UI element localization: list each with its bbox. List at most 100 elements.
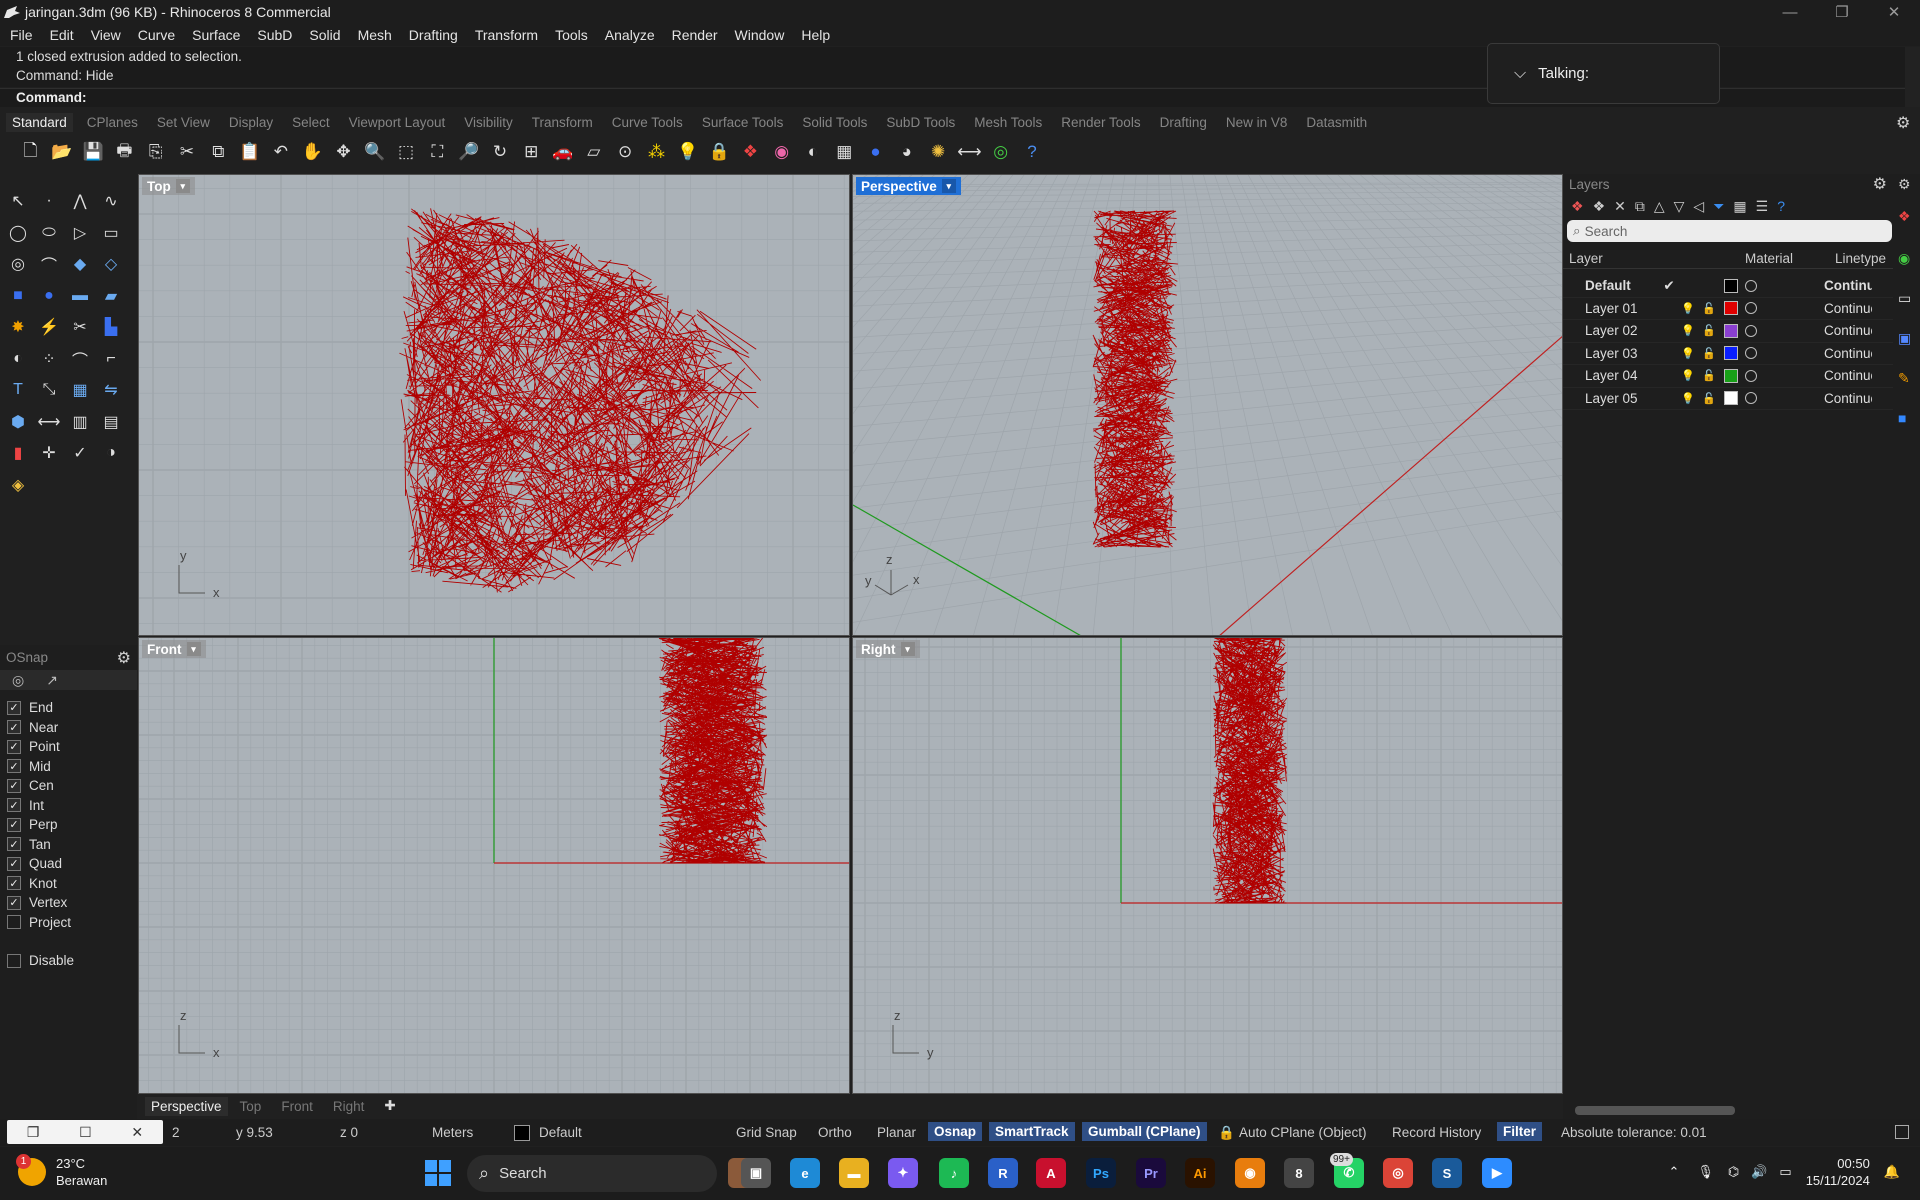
- sketchup-icon[interactable]: S: [1432, 1158, 1462, 1188]
- osnap-int[interactable]: ✓ Int: [0, 796, 137, 816]
- layer-row[interactable]: Layer 05 💡🔓 Continuous: [1563, 388, 1893, 410]
- osnap-checkbox[interactable]: ✓: [7, 895, 21, 910]
- libraries-tab-icon[interactable]: ■: [1898, 410, 1906, 426]
- grid-view-icon[interactable]: ▦: [1733, 198, 1746, 215]
- menu-render[interactable]: Render: [672, 27, 718, 43]
- zoom-icon[interactable]: 🔍: [361, 139, 388, 166]
- viewport-right[interactable]: yz Right ▾: [852, 637, 1563, 1094]
- chevron-up-icon[interactable]: ⌃: [1668, 1164, 1679, 1180]
- zoom-icon[interactable]: ▶: [1482, 1158, 1512, 1188]
- help-icon[interactable]: ?: [1019, 139, 1046, 166]
- osnap-mid[interactable]: ✓ Mid: [0, 757, 137, 777]
- command-scrollbar[interactable]: [1905, 47, 1920, 107]
- layer-color-swatch[interactable]: [1724, 278, 1738, 293]
- move-icon[interactable]: ✛: [36, 440, 62, 466]
- cplane-icon[interactable]: ▱: [580, 139, 607, 166]
- tab-mesh-tools[interactable]: Mesh Tools: [974, 115, 1042, 130]
- sphere-icon[interactable]: ●: [36, 283, 62, 309]
- layers-tab-icon[interactable]: ❖: [1898, 208, 1911, 225]
- open-icon[interactable]: 📂: [48, 139, 75, 166]
- render-sphere-icon[interactable]: ●: [862, 139, 889, 166]
- add-viewport-icon[interactable]: ✚: [384, 1098, 395, 1114]
- new-sublayer-icon[interactable]: ❖: [1593, 198, 1606, 215]
- rectangle-icon[interactable]: ▭: [98, 220, 124, 246]
- lock-icon[interactable]: 🔒: [706, 139, 733, 166]
- cylinder-icon[interactable]: ▬: [67, 283, 93, 309]
- chamfer-icon[interactable]: ⌐: [98, 346, 124, 372]
- polyline-icon[interactable]: ⋀: [67, 188, 93, 214]
- osnap-checkbox[interactable]: ✓: [7, 700, 21, 715]
- osnap-vertex[interactable]: ✓ Vertex: [0, 893, 137, 913]
- rotate-view-icon[interactable]: ✥: [330, 139, 357, 166]
- osnap-near[interactable]: ✓ Near: [0, 718, 137, 738]
- notification-icon[interactable]: 🔔: [1884, 1164, 1900, 1180]
- move-up-icon[interactable]: △: [1654, 198, 1665, 215]
- menu-transform[interactable]: Transform: [475, 27, 538, 43]
- osnap-end[interactable]: ✓ End: [0, 698, 137, 718]
- restore-icon[interactable]: ❐: [1816, 0, 1868, 24]
- tab-drafting[interactable]: Drafting: [1160, 115, 1207, 130]
- surface-icon[interactable]: ◆: [67, 251, 93, 277]
- analyze-icon[interactable]: ▮: [5, 440, 31, 466]
- help-icon[interactable]: ?: [1777, 198, 1785, 214]
- blender-icon[interactable]: ◉: [1235, 1158, 1265, 1188]
- layer-lock-icon[interactable]: 🔓: [1697, 324, 1721, 337]
- ortho-toggle[interactable]: Ortho: [818, 1125, 852, 1140]
- viewport-tab-perspective[interactable]: Perspective: [145, 1096, 228, 1116]
- tab-visibility[interactable]: Visibility: [464, 115, 513, 130]
- rhino-icon[interactable]: 8: [1284, 1158, 1314, 1188]
- auto-cplane-toggle[interactable]: Auto CPlane (Object): [1239, 1125, 1367, 1140]
- car-icon[interactable]: 🚗: [549, 139, 576, 166]
- explode-icon[interactable]: ✸: [5, 314, 31, 340]
- viewport-label-perspective[interactable]: Perspective ▾: [856, 177, 961, 195]
- tab-select[interactable]: Select: [292, 115, 330, 130]
- mirror-icon[interactable]: ⇋: [98, 377, 124, 403]
- dimension-icon[interactable]: ⟷: [36, 409, 62, 435]
- current-layer-check-icon[interactable]: ✔: [1659, 278, 1679, 294]
- split-icon[interactable]: ▙: [98, 314, 124, 340]
- shade-icon[interactable]: ◐: [799, 139, 826, 166]
- photoshop-icon[interactable]: Ps: [1086, 1158, 1116, 1188]
- layer-color-swatch[interactable]: [1724, 391, 1738, 406]
- menu-mesh[interactable]: Mesh: [358, 27, 392, 43]
- layer-material-icon[interactable]: [1745, 392, 1757, 405]
- osnap-gear-icon[interactable]: ⚙: [117, 648, 131, 668]
- panel-toggle-icon[interactable]: [1895, 1125, 1909, 1139]
- osnap-checkbox[interactable]: ✓: [7, 739, 21, 754]
- layer-material-icon[interactable]: [1745, 279, 1757, 292]
- material-icon[interactable]: ◕: [893, 139, 920, 166]
- print-icon[interactable]: 🖶: [111, 139, 138, 166]
- file-explorer-icon[interactable]: ▬: [839, 1158, 869, 1188]
- group-icon[interactable]: ⁘: [36, 346, 62, 372]
- dims-icon[interactable]: ⟷: [956, 139, 983, 166]
- gumball-toggle[interactable]: Gumball (CPlane): [1082, 1122, 1207, 1141]
- paste-icon[interactable]: 📋: [236, 139, 263, 166]
- osnap-checkbox[interactable]: ✓: [7, 856, 21, 871]
- layer-material-icon[interactable]: [1745, 324, 1757, 337]
- viewport-tab-front[interactable]: Front: [281, 1099, 313, 1114]
- premiere-icon[interactable]: Pr: [1136, 1158, 1166, 1188]
- materials-tab-icon[interactable]: ◉: [1898, 250, 1910, 267]
- point-icon[interactable]: ·: [36, 188, 62, 214]
- viewport-menu-icon[interactable]: ▾: [175, 179, 190, 193]
- osnap-cursor-icon[interactable]: ↗: [46, 672, 58, 689]
- layer-row[interactable]: Layer 02 💡🔓 Continuous: [1563, 320, 1893, 343]
- light-icon[interactable]: 💡: [674, 139, 701, 166]
- cut-icon[interactable]: ✂: [173, 139, 200, 166]
- block-icon[interactable]: ▤: [98, 409, 124, 435]
- menu-file[interactable]: File: [10, 27, 33, 43]
- maximize-icon[interactable]: ☐: [79, 1124, 92, 1141]
- tab-viewport-layout[interactable]: Viewport Layout: [349, 115, 446, 130]
- layer-color-swatch[interactable]: [1724, 301, 1738, 316]
- display-tab-icon[interactable]: ▭: [1898, 290, 1911, 307]
- grid-icon[interactable]: ▥: [67, 409, 93, 435]
- tabs-gear-icon[interactable]: ⚙: [1896, 113, 1910, 133]
- layer-linetype[interactable]: Continuous: [1824, 278, 1872, 293]
- list-view-icon[interactable]: ☰: [1756, 198, 1769, 215]
- clock-date[interactable]: 15/11/2024: [1806, 1172, 1870, 1189]
- layer-row[interactable]: Default✔ Continuous: [1563, 275, 1893, 298]
- layer-on-bulb-icon[interactable]: 💡: [1679, 392, 1697, 405]
- layer-linetype[interactable]: Continuous: [1824, 301, 1872, 316]
- points-icon[interactable]: ⁂: [643, 139, 670, 166]
- menu-analyze[interactable]: Analyze: [605, 27, 655, 43]
